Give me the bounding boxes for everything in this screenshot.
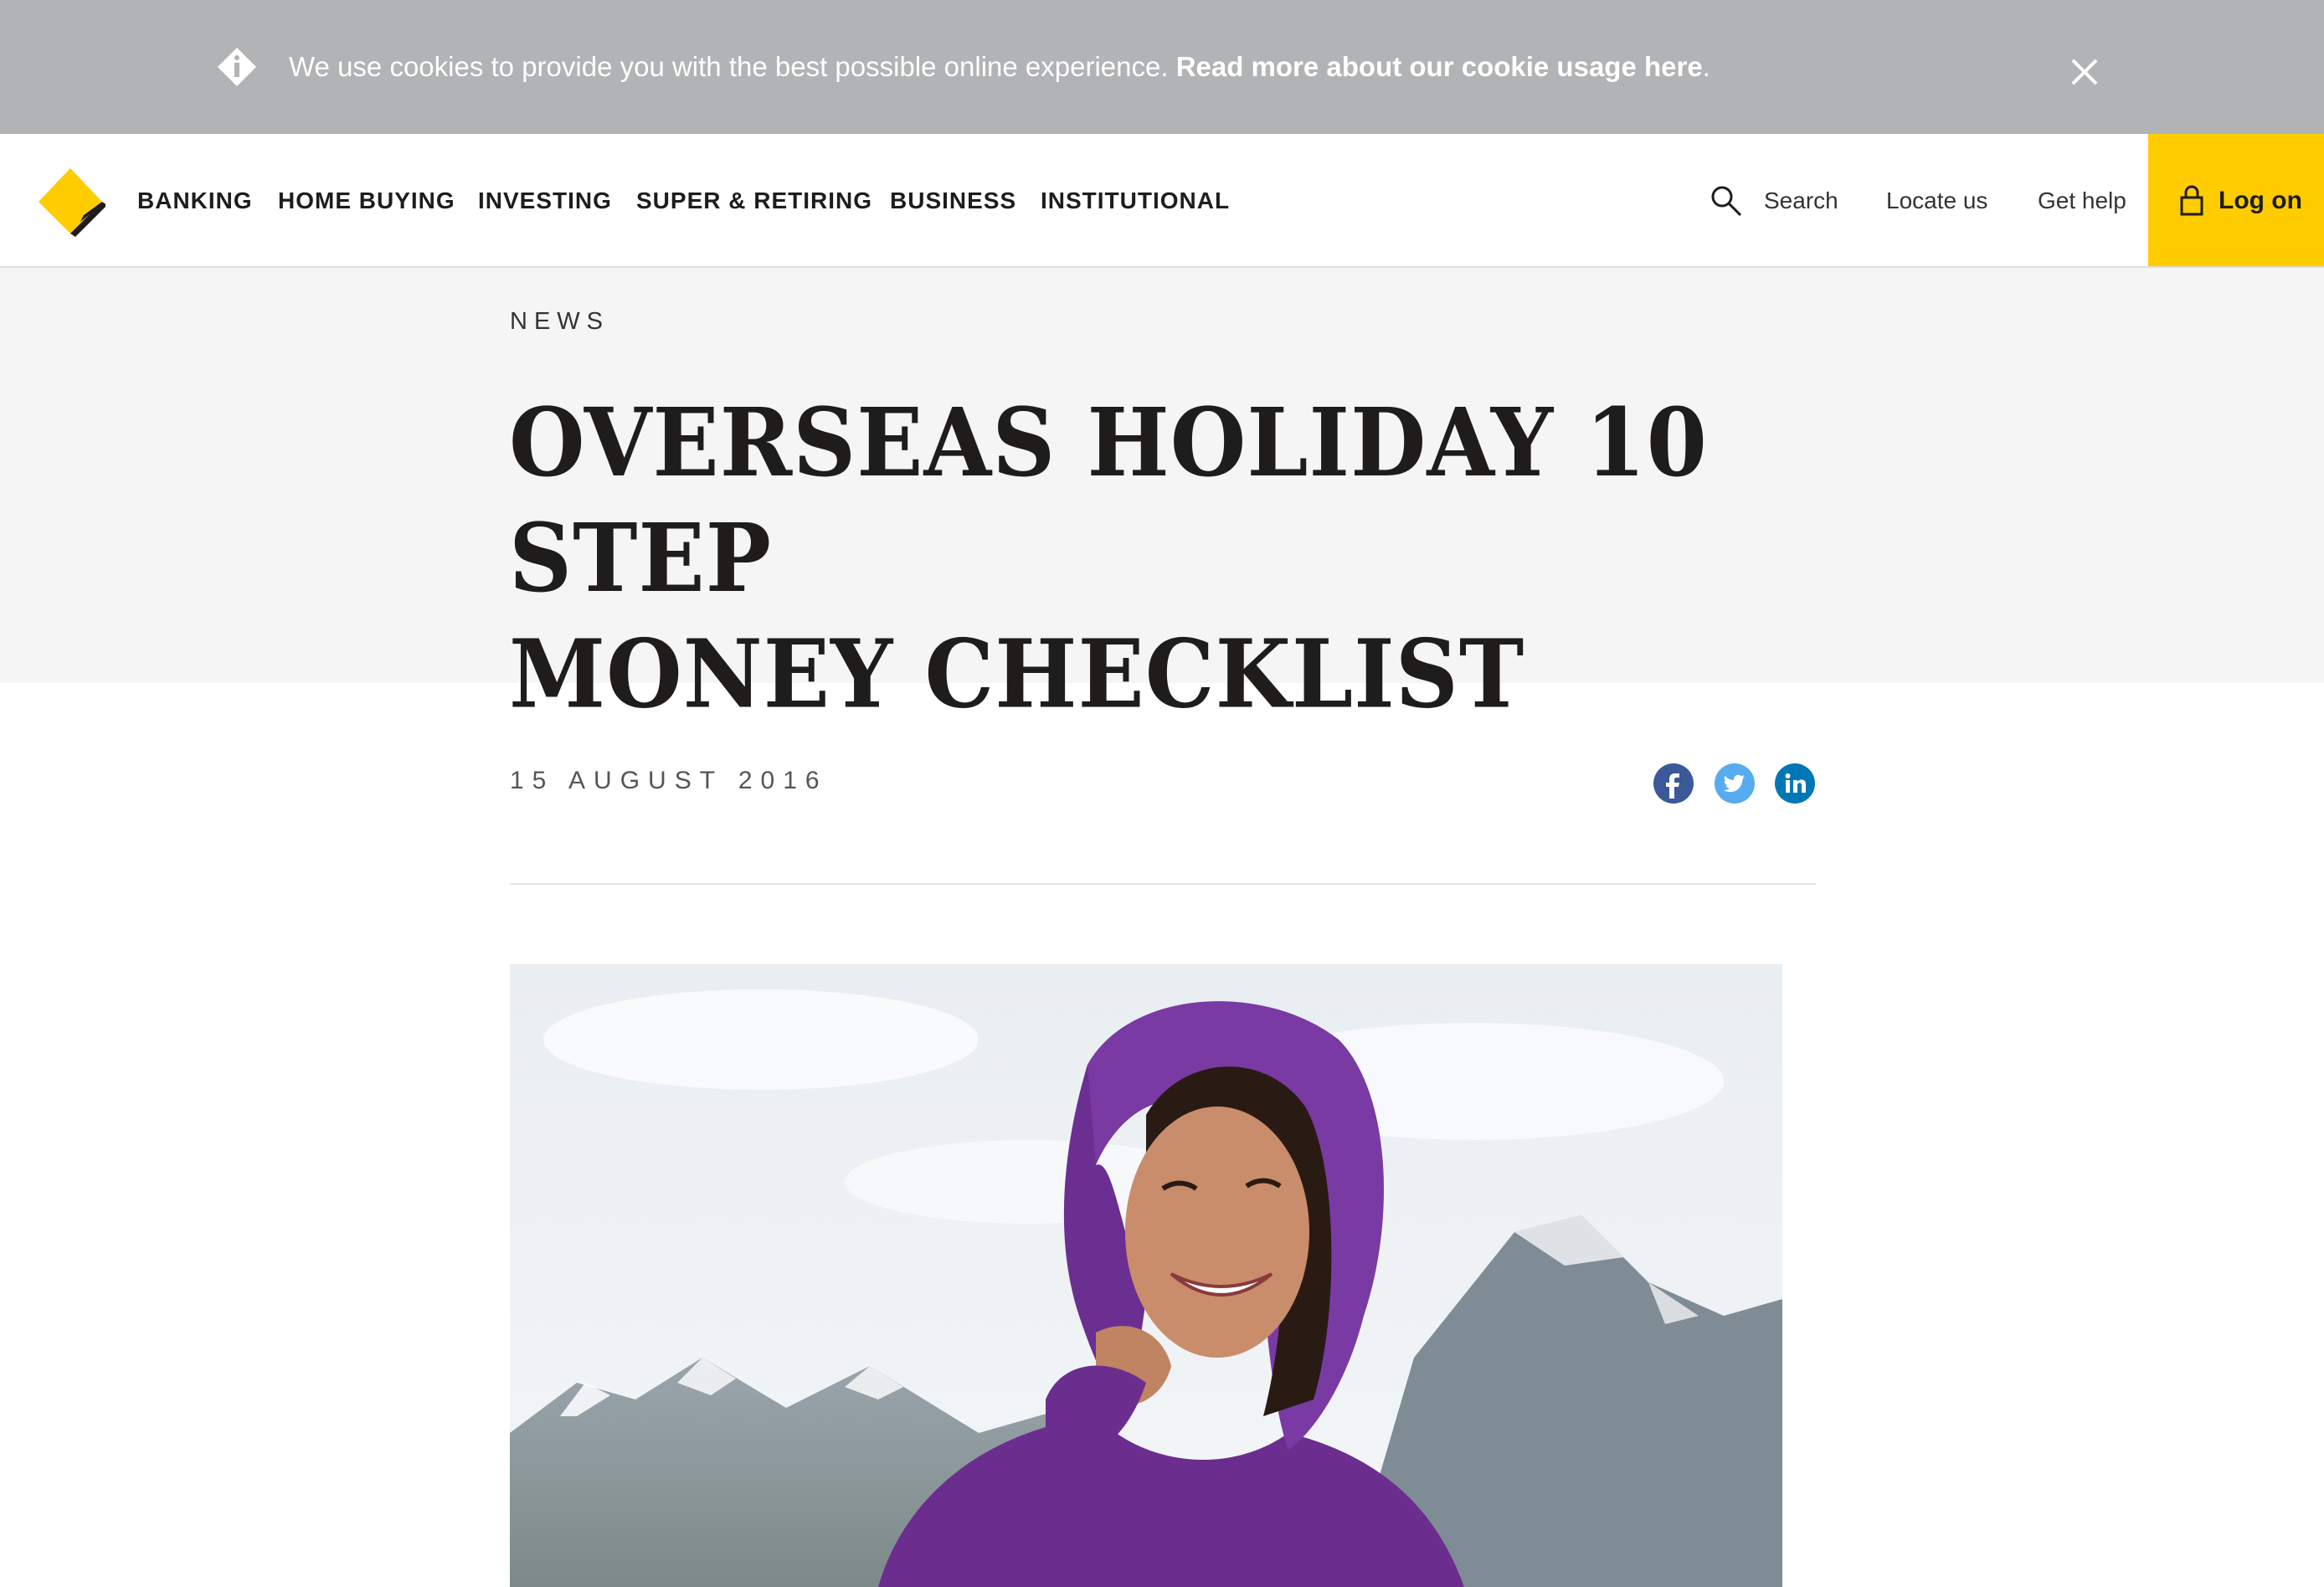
nav-super-retiring[interactable]: SUPER & RETIRING [636,184,872,218]
site-header: BANKING HOME BUYING INVESTING SUPER & RE… [0,134,2324,268]
search-icon[interactable] [1710,184,1743,218]
search-link[interactable]: Search [1764,184,1838,218]
lock-icon [2180,185,2203,216]
article-category[interactable]: NEWS [510,308,609,336]
nav-investing[interactable]: INVESTING [478,184,612,218]
article-date: 15 AUGUST 2016 [510,767,828,794]
nav-banking[interactable]: BANKING [137,184,253,218]
linkedin-icon[interactable] [1775,763,1815,804]
cookie-message: We use cookies to provide you with the b… [289,49,1710,85]
log-on-button[interactable]: Log on [2148,134,2324,266]
hero-image [510,964,1782,1587]
facebook-icon[interactable] [1653,763,1694,804]
cookie-message-suffix: . [1702,51,1710,82]
close-icon[interactable] [2066,54,2103,90]
article-title-line-1: OVERSEAS HOLIDAY 10 STEP [509,387,1709,614]
meta-divider [510,883,1816,885]
article-title-line-2: MONEY CHECKLIST [509,618,1525,730]
nav-business[interactable]: BUSINESS [890,184,1016,218]
cookie-usage-link[interactable]: Read more about our cookie usage here [1176,51,1703,82]
commbank-logo[interactable] [35,167,105,237]
twitter-icon[interactable] [1715,763,1755,804]
cookie-banner: We use cookies to provide you with the b… [0,0,2324,134]
log-on-label: Log on [2219,187,2302,214]
locate-us-link[interactable]: Locate us [1886,184,1987,218]
cookie-message-text: We use cookies to provide you with the b… [289,51,1176,82]
hero-photo-woman-purple-jacket [510,964,1782,1587]
get-help-link[interactable]: Get help [2038,184,2126,218]
article-title: OVERSEAS HOLIDAY 10 STEP MONEY CHECKLIST [509,385,1848,732]
nav-institutional[interactable]: INSTITUTIONAL [1041,184,1230,218]
nav-home-buying[interactable]: HOME BUYING [278,184,455,218]
info-icon [218,48,256,86]
article-title-band: NEWS OVERSEAS HOLIDAY 10 STEP MONEY CHEC… [0,268,2324,729]
